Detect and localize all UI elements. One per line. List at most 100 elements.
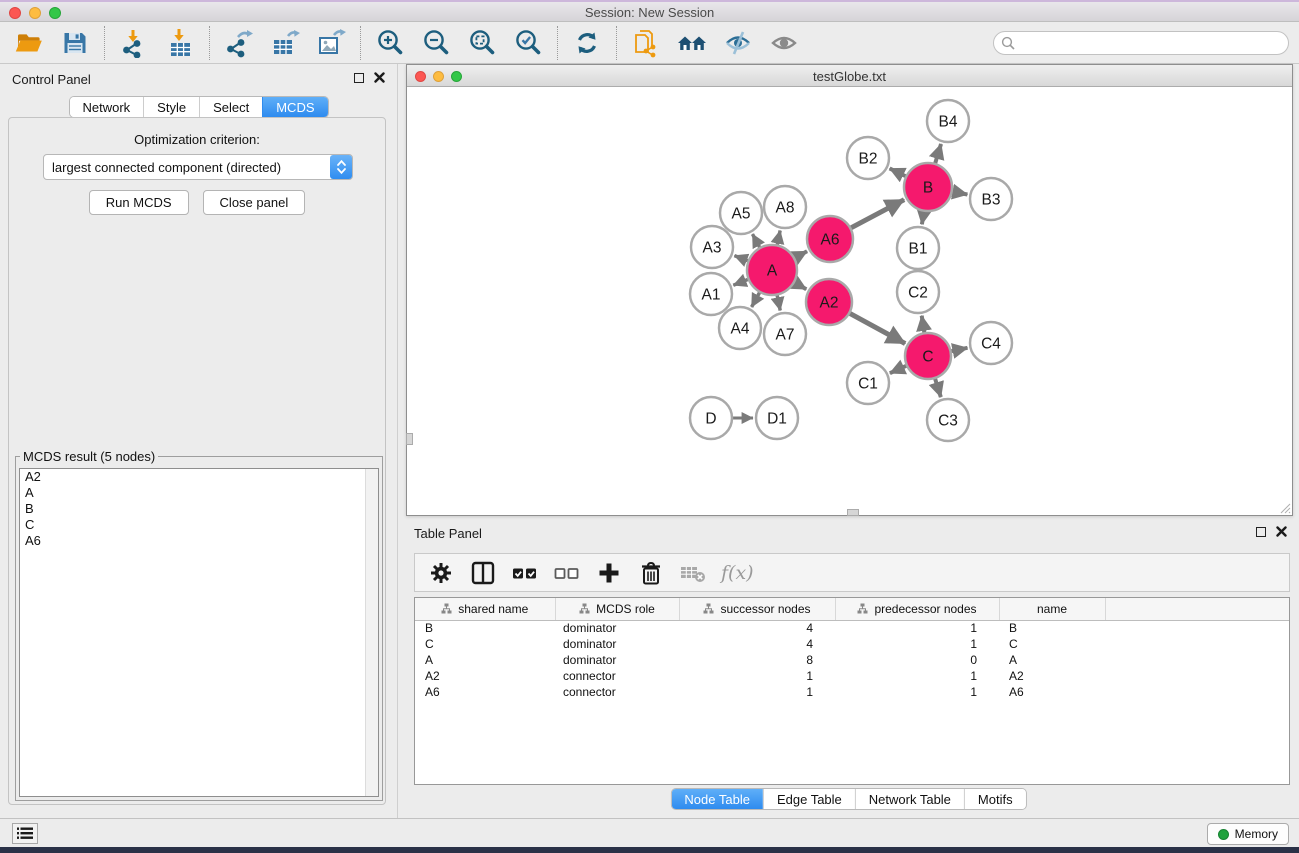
column-header-mcds-role[interactable]: MCDS role: [555, 598, 679, 620]
column-header-successor-nodes[interactable]: successor nodes: [679, 598, 835, 620]
graph-node-A8[interactable]: A8: [764, 186, 806, 228]
graph-edge-A2-C[interactable]: [848, 313, 905, 344]
optimization-select[interactable]: largest connected component (directed): [43, 154, 353, 180]
table-cell[interactable]: 4: [679, 636, 835, 652]
table-cell[interactable]: 4: [679, 620, 835, 636]
import-table-button[interactable]: [161, 26, 199, 60]
graph-edge-A-A6[interactable]: [793, 251, 807, 258]
table-cell[interactable]: A2: [999, 668, 1105, 684]
zoom-selected-button[interactable]: [509, 26, 547, 60]
table-cell[interactable]: connector: [555, 684, 679, 700]
resize-grip-icon[interactable]: [1279, 502, 1291, 514]
graph-edge-A-A7[interactable]: [777, 294, 780, 311]
zoom-out-button[interactable]: [417, 26, 455, 60]
table-cell[interactable]: A2: [415, 668, 555, 684]
graph-node-B3[interactable]: B3: [970, 178, 1012, 220]
column-header-name[interactable]: name: [999, 598, 1105, 620]
deselect-all-button[interactable]: [553, 558, 581, 588]
table-settings-button[interactable]: [427, 558, 455, 588]
table-row[interactable]: Bdominator41B: [415, 620, 1289, 636]
graph-node-D1[interactable]: D1: [756, 397, 798, 439]
table-cell[interactable]: 1: [835, 620, 999, 636]
first-neighbors-button[interactable]: [673, 26, 711, 60]
table-cell[interactable]: C: [415, 636, 555, 652]
splitter-grip-left[interactable]: [406, 433, 413, 445]
search-input[interactable]: [993, 31, 1289, 55]
table-cell[interactable]: A: [999, 652, 1105, 668]
graph-edge-A-A5[interactable]: [752, 234, 760, 249]
column-header-shared-name[interactable]: shared name: [415, 598, 555, 620]
graph-node-A2[interactable]: A2: [806, 279, 852, 325]
table-row[interactable]: Adominator80A: [415, 652, 1289, 668]
graph-node-B2[interactable]: B2: [847, 137, 889, 179]
export-network-button[interactable]: [220, 26, 258, 60]
tab-network[interactable]: Network: [69, 97, 143, 117]
export-table-button[interactable]: [266, 26, 304, 60]
close-panel-button[interactable]: Close panel: [203, 190, 306, 215]
table-cell[interactable]: A6: [999, 684, 1105, 700]
graph-edge-A-A4[interactable]: [752, 291, 761, 307]
graph-node-A3[interactable]: A3: [691, 226, 733, 268]
tab-network-table[interactable]: Network Table: [855, 789, 964, 809]
zoom-in-button[interactable]: [371, 26, 409, 60]
table-cell[interactable]: dominator: [555, 652, 679, 668]
network-window-titlebar[interactable]: testGlobe.txt: [407, 65, 1292, 87]
graph-node-A1[interactable]: A1: [690, 273, 732, 315]
graph-node-C2[interactable]: C2: [897, 271, 939, 313]
table-row[interactable]: A6connector11A6: [415, 684, 1289, 700]
memory-button[interactable]: Memory: [1207, 823, 1289, 845]
tab-style[interactable]: Style: [143, 97, 199, 117]
result-list-item[interactable]: A6: [20, 533, 378, 549]
graph-node-A7[interactable]: A7: [764, 313, 806, 355]
graph-edge-B-B2[interactable]: [890, 168, 908, 177]
graph-edge-C-C4[interactable]: [950, 348, 968, 352]
table-cell[interactable]: A: [415, 652, 555, 668]
result-list-scrollbar[interactable]: [365, 469, 378, 796]
graph-node-C4[interactable]: C4: [970, 322, 1012, 364]
graph-node-A6[interactable]: A6: [807, 216, 853, 262]
graph-node-A4[interactable]: A4: [719, 307, 761, 349]
table-cell[interactable]: 8: [679, 652, 835, 668]
graph-node-B[interactable]: B: [904, 163, 952, 211]
float-panel-icon[interactable]: [354, 73, 364, 83]
network-from-selection-button[interactable]: [627, 26, 665, 60]
export-image-button[interactable]: [312, 26, 350, 60]
graph-edge-A-A3[interactable]: [734, 256, 749, 262]
zoom-fit-button[interactable]: [463, 26, 501, 60]
graph-node-D[interactable]: D: [690, 397, 732, 439]
close-table-panel-icon[interactable]: [1276, 526, 1287, 537]
table-cell[interactable]: 1: [679, 684, 835, 700]
graph-edge-A-A8[interactable]: [777, 231, 780, 247]
float-table-panel-icon[interactable]: [1256, 527, 1266, 537]
graph-node-C3[interactable]: C3: [927, 399, 969, 441]
tab-select[interactable]: Select: [199, 97, 262, 117]
table-cell[interactable]: B: [415, 620, 555, 636]
tab-node-table[interactable]: Node Table: [671, 789, 763, 809]
graph-edge-B-B3[interactable]: [951, 191, 968, 194]
open-session-button[interactable]: [10, 26, 48, 60]
show-hidden-button[interactable]: [765, 26, 803, 60]
table-cell[interactable]: A6: [415, 684, 555, 700]
graph-edge-A6-B[interactable]: [849, 200, 904, 229]
table-row[interactable]: A2connector11A2: [415, 668, 1289, 684]
import-network-button[interactable]: [115, 26, 153, 60]
graph-node-C1[interactable]: C1: [847, 362, 889, 404]
graph-edge-B-B4[interactable]: [935, 144, 941, 165]
tab-motifs[interactable]: Motifs: [964, 789, 1026, 809]
delete-table-button[interactable]: [679, 558, 707, 588]
graph-edge-C-C2[interactable]: [922, 316, 925, 335]
result-list-item[interactable]: A2: [20, 469, 378, 485]
network-canvas[interactable]: A5A8A3A1A4A7A6AA2B2B4BB3B1C2CC4C1C3DD1: [407, 87, 1292, 515]
table-cell[interactable]: 1: [835, 636, 999, 652]
table-cell[interactable]: B: [999, 620, 1105, 636]
tab-edge-table[interactable]: Edge Table: [763, 789, 855, 809]
table-cell[interactable]: 0: [835, 652, 999, 668]
tab-mcds[interactable]: MCDS: [262, 97, 327, 117]
table-cell[interactable]: dominator: [555, 636, 679, 652]
apply-layout-button[interactable]: [568, 26, 606, 60]
result-list-item[interactable]: C: [20, 517, 378, 533]
graph-edge-A-A2[interactable]: [793, 282, 806, 290]
table-row[interactable]: Cdominator41C: [415, 636, 1289, 652]
column-header-predecessor-nodes[interactable]: predecessor nodes: [835, 598, 999, 620]
show-columns-button[interactable]: [469, 558, 497, 588]
